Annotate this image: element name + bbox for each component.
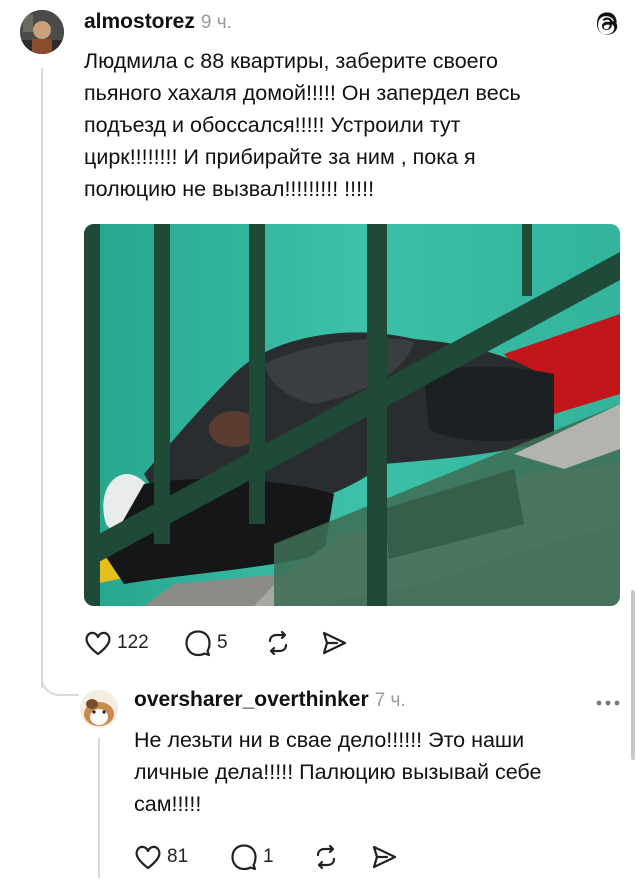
repost-icon — [264, 629, 292, 657]
repost-icon — [312, 843, 340, 871]
scrollbar[interactable] — [631, 590, 635, 760]
post-actions: 122 5 — [84, 626, 360, 660]
reply-count: 5 — [217, 632, 228, 653]
reply-text-line: сам!!!!! — [134, 792, 202, 816]
reply-reply-count: 1 — [263, 846, 274, 867]
reply-text-line: Не лезьти ни в свае дело!!!!!! Это наши — [134, 728, 525, 752]
reply-header: oversharer_overthinker 7 ч. — [134, 688, 406, 712]
reply-comment-button[interactable]: 1 — [230, 843, 312, 871]
more-icon[interactable] — [594, 696, 622, 708]
thread-connector-curve — [41, 672, 79, 696]
share-icon — [320, 629, 348, 657]
post-text-line: цирк!!!!!!!! И прибирайте за ним , пока … — [84, 145, 476, 169]
post-username[interactable]: almostorez — [84, 10, 195, 34]
post-avatar[interactable] — [20, 10, 64, 54]
like-count: 122 — [117, 632, 149, 653]
heart-icon — [84, 630, 112, 656]
post-text-line: подъезд и обоссался!!!!! Устроили тут — [84, 113, 461, 137]
reply-avatar[interactable] — [80, 690, 118, 728]
comment-icon — [230, 843, 258, 871]
reply-text-line: личные дела!!!!! Палюцию вызывай себе — [134, 760, 542, 784]
comment-icon — [184, 629, 212, 657]
reply-thread-connector — [98, 738, 100, 878]
reply-actions: 81 1 — [134, 840, 410, 874]
repost-button[interactable] — [264, 629, 320, 657]
thread-connector — [41, 68, 43, 688]
post-text-line: пьяного хахаля домой!!!!! Он запердел ве… — [84, 81, 521, 105]
like-button[interactable]: 122 — [84, 630, 184, 656]
reply-repost-button[interactable] — [312, 843, 370, 871]
share-button[interactable] — [320, 629, 360, 657]
heart-icon — [134, 844, 162, 870]
post-header: almostorez 9 ч. — [84, 10, 232, 34]
threads-logo-icon[interactable] — [592, 9, 622, 39]
post-text-line: полюцию не вызвал!!!!!!!!! !!!!! — [84, 177, 375, 201]
reply-like-count: 81 — [167, 846, 189, 867]
reply-text: Не лезьти ни в свае дело!!!!!! Это наши … — [134, 724, 624, 820]
reply-timestamp: 7 ч. — [374, 690, 406, 711]
stairwell-photo-image — [84, 224, 620, 606]
post-photo[interactable] — [84, 224, 620, 606]
post-text: Людмила с 88 квартиры, заберите своего п… — [84, 45, 624, 205]
reply-like-button[interactable]: 81 — [134, 844, 230, 870]
post-text-line: Людмила с 88 квартиры, заберите своего — [84, 49, 498, 73]
comment-button[interactable]: 5 — [184, 629, 264, 657]
reply-username[interactable]: oversharer_overthinker — [134, 688, 369, 712]
reply-share-button[interactable] — [370, 843, 410, 871]
post-timestamp: 9 ч. — [200, 12, 232, 33]
share-icon — [370, 843, 398, 871]
